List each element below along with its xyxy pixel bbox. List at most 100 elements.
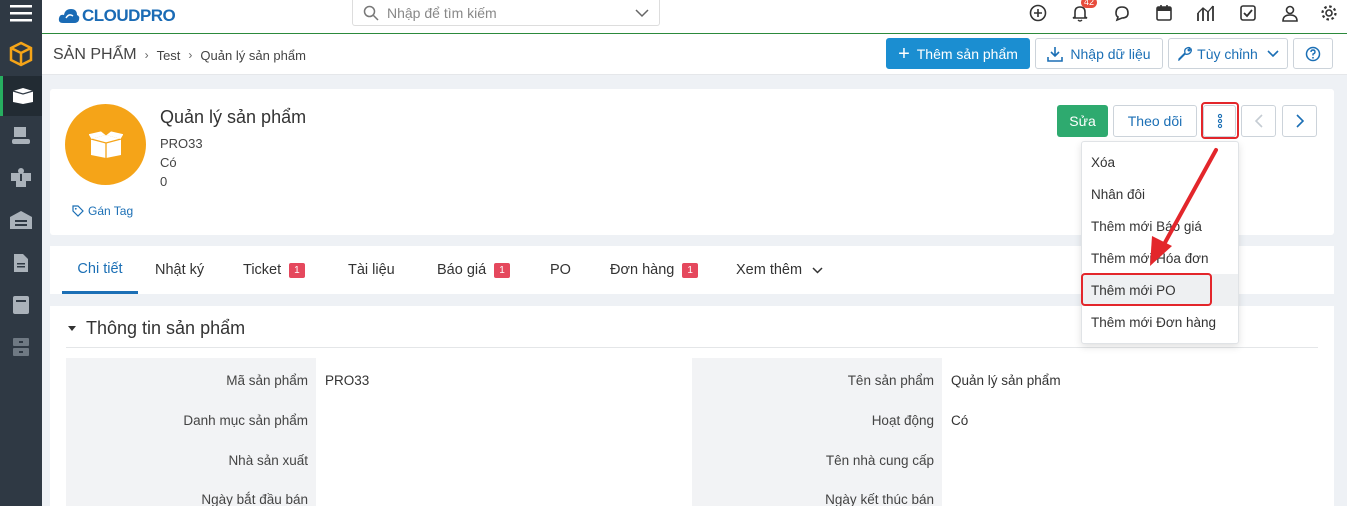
chevron-down-icon bbox=[812, 266, 823, 274]
tab-orders-label: Đơn hàng bbox=[610, 262, 675, 278]
tab-quotes[interactable]: Báo giá 1 bbox=[437, 246, 510, 294]
field-value: Có bbox=[951, 413, 969, 428]
field-label: Tên nhà cung cấp bbox=[825, 453, 934, 468]
menu-item-duplicate[interactable]: Nhân đôi bbox=[1082, 178, 1238, 210]
tab-ticket[interactable]: Ticket 1 bbox=[243, 246, 305, 294]
help-button[interactable] bbox=[1293, 38, 1333, 69]
menu-item-delete[interactable]: Xóa bbox=[1082, 146, 1238, 178]
notification-badge: 42 bbox=[1081, 0, 1098, 8]
record-avatar bbox=[65, 104, 146, 185]
more-button-highlight bbox=[1201, 102, 1239, 139]
add-product-label: Thêm sản phẩm bbox=[916, 45, 1018, 62]
ticket-count-badge: 1 bbox=[289, 262, 305, 278]
import-data-label: Nhập dữ liệu bbox=[1070, 45, 1151, 62]
chart-icon[interactable] bbox=[1185, 0, 1227, 26]
breadcrumb-level2[interactable]: Quản lý sản phẩm bbox=[200, 48, 306, 63]
tab-details-label: Chi tiết bbox=[77, 260, 123, 277]
wrench-icon bbox=[1178, 46, 1193, 61]
field-label: Danh mục sản phẩm bbox=[183, 413, 308, 428]
orders-count-badge: 1 bbox=[682, 262, 698, 278]
search-placeholder: Nhập để tìm kiếm bbox=[387, 4, 497, 21]
cloudpro-logo[interactable]: CLOUDPRO bbox=[58, 3, 176, 29]
top-icon-group: 42 bbox=[1017, 0, 1347, 26]
box-icon[interactable] bbox=[0, 76, 42, 116]
user-icon[interactable] bbox=[1269, 0, 1311, 26]
tab-log-label: Nhật ký bbox=[155, 262, 205, 278]
new-po-highlight bbox=[1081, 273, 1212, 306]
quotes-count-badge: 1 bbox=[494, 262, 510, 278]
search-icon bbox=[363, 5, 379, 21]
edit-button[interactable]: Sửa bbox=[1057, 105, 1108, 137]
tab-documents-label: Tài liệu bbox=[348, 262, 395, 278]
assign-tag-link[interactable]: Gán Tag bbox=[72, 204, 133, 218]
menu-item-new-order[interactable]: Thêm mới Đơn hàng bbox=[1082, 306, 1238, 338]
box-icon bbox=[88, 130, 123, 158]
tag-icon bbox=[72, 205, 84, 217]
tab-ticket-label: Ticket bbox=[243, 262, 282, 278]
top-bar: CLOUDPRO Nhập để tìm kiếm 42 bbox=[42, 0, 1347, 34]
menu-item-new-quote[interactable]: Thêm mới Báo giá bbox=[1082, 210, 1238, 242]
tab-log[interactable]: Nhật ký bbox=[155, 246, 204, 294]
boxes-icon[interactable] bbox=[0, 158, 42, 198]
archive-icon[interactable] bbox=[0, 327, 42, 367]
book-icon[interactable] bbox=[0, 285, 42, 325]
hand-box-icon[interactable] bbox=[0, 116, 42, 156]
field-value: Quản lý sản phẩm bbox=[951, 373, 1061, 388]
field-label: Hoạt động bbox=[871, 413, 934, 428]
gear-icon[interactable] bbox=[1311, 0, 1347, 26]
previous-record-button[interactable] bbox=[1241, 105, 1276, 137]
tab-more-label: Xem thêm bbox=[736, 262, 803, 278]
breadcrumb-module[interactable]: SẢN PHẨM bbox=[53, 46, 137, 64]
field-label: Ngày bắt đầu bán bbox=[201, 492, 308, 506]
products-cube-icon[interactable] bbox=[0, 33, 42, 75]
checkbox-icon[interactable] bbox=[1227, 0, 1269, 26]
document-icon[interactable] bbox=[0, 243, 42, 283]
caret-down-icon bbox=[68, 326, 76, 331]
record-active: Có bbox=[160, 155, 177, 170]
tab-po-label: PO bbox=[550, 262, 571, 278]
menu-icon[interactable] bbox=[0, 0, 42, 33]
chevron-down-icon[interactable] bbox=[635, 8, 649, 18]
menu-item-new-invoice[interactable]: Thêm mới Hóa đơn bbox=[1082, 242, 1238, 274]
warehouse-icon[interactable] bbox=[0, 200, 42, 240]
next-record-button[interactable] bbox=[1282, 105, 1317, 137]
field-label: Tên sản phẩm bbox=[847, 373, 934, 388]
tab-details[interactable]: Chi tiết bbox=[62, 246, 138, 294]
field-label: Mã sản phẩm bbox=[226, 373, 308, 388]
chevron-right-icon: › bbox=[188, 48, 193, 62]
brand-name: CLOUDPRO bbox=[82, 6, 176, 25]
record-code: PRO33 bbox=[160, 136, 203, 151]
chat-icon[interactable] bbox=[1101, 0, 1143, 26]
calendar-icon[interactable] bbox=[1143, 0, 1185, 26]
customize-label: Tùy chỉnh bbox=[1197, 45, 1258, 62]
tab-orders[interactable]: Đơn hàng 1 bbox=[610, 246, 698, 294]
tab-po[interactable]: PO bbox=[550, 246, 571, 294]
chevron-right-icon: › bbox=[144, 48, 149, 62]
section-header[interactable]: Thông tin sản phẩm bbox=[68, 318, 245, 339]
tab-documents[interactable]: Tài liệu bbox=[348, 246, 395, 294]
record-title: Quản lý sản phẩm bbox=[160, 107, 307, 127]
breadcrumb-bar: SẢN PHẨM › Test › Quản lý sản phẩm + Thê… bbox=[42, 34, 1347, 75]
bell-icon[interactable]: 42 bbox=[1059, 0, 1101, 26]
tab-more[interactable]: Xem thêm bbox=[736, 246, 823, 294]
help-icon bbox=[1305, 46, 1321, 61]
more-actions-menu: Xóa Nhân đôi Thêm mới Báo giá Thêm mới H… bbox=[1081, 141, 1239, 344]
breadcrumb-level1[interactable]: Test bbox=[157, 48, 181, 63]
field-label: Ngày kết thúc bán bbox=[825, 492, 934, 506]
field-label: Nhà sản xuất bbox=[228, 453, 308, 468]
tab-quotes-label: Báo giá bbox=[437, 262, 487, 278]
add-product-button[interactable]: + Thêm sản phẩm bbox=[886, 38, 1030, 69]
plus-icon: + bbox=[898, 42, 910, 65]
chevron-left-icon bbox=[1254, 114, 1263, 128]
breadcrumb: SẢN PHẨM › Test › Quản lý sản phẩm bbox=[53, 46, 306, 64]
section-divider bbox=[66, 347, 1318, 348]
field-value: PRO33 bbox=[325, 373, 370, 388]
chevron-right-icon bbox=[1295, 114, 1304, 128]
follow-button[interactable]: Theo dõi bbox=[1113, 105, 1197, 137]
import-data-button[interactable]: Nhập dữ liệu bbox=[1035, 38, 1163, 69]
left-sidebar bbox=[0, 0, 42, 506]
customize-button[interactable]: Tùy chỉnh bbox=[1168, 38, 1288, 69]
search-input[interactable]: Nhập để tìm kiếm bbox=[352, 0, 660, 26]
plus-circle-icon[interactable] bbox=[1017, 0, 1059, 26]
assign-tag-label: Gán Tag bbox=[88, 204, 134, 218]
